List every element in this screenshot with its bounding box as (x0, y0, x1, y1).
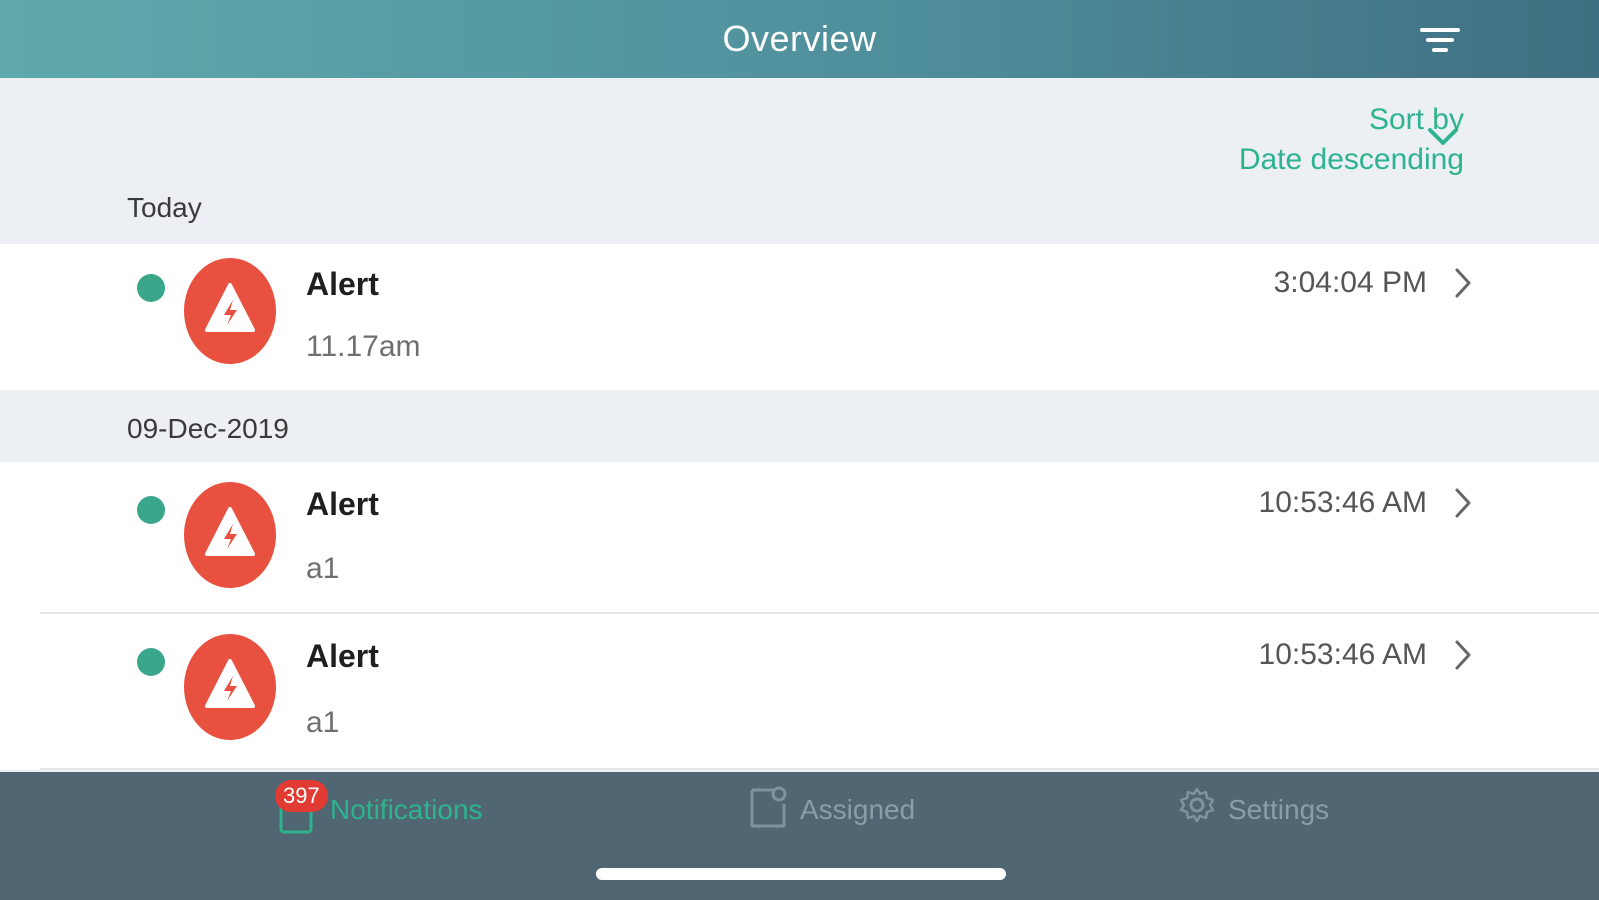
chevron-right-icon (1455, 640, 1471, 670)
notification-title: Alert (306, 266, 379, 302)
tab-assigned[interactable]: Assigned (748, 782, 918, 842)
notification-row[interactable]: Alert a1 10:53:46 AM (0, 462, 1599, 614)
assigned-icon (750, 786, 787, 828)
filter-button[interactable] (1418, 24, 1462, 58)
tab-label: Assigned (800, 794, 916, 825)
alert-warning-icon (184, 634, 276, 740)
notification-subtitle: 11.17am (306, 330, 421, 363)
filter-icon (1420, 28, 1460, 52)
notification-count-badge: 397 (275, 780, 328, 812)
notification-subtitle: a1 (306, 552, 340, 585)
app-header: Overview (0, 0, 1599, 78)
row-divider (40, 768, 1599, 770)
alert-warning-icon (184, 482, 276, 588)
notification-title: Alert (306, 486, 379, 522)
sort-dropdown-button[interactable] (1425, 124, 1461, 150)
notification-row[interactable]: Alert 11.17am 3:04:04 PM (0, 244, 1599, 390)
notification-time: 10:53:46 AM (1258, 486, 1427, 519)
chevron-right-icon (1455, 268, 1471, 298)
tab-settings[interactable]: Settings (1178, 782, 1338, 842)
section-header-date: 09-Dec-2019 (127, 413, 289, 444)
alert-warning-icon (184, 258, 276, 364)
tab-label: Settings (1228, 794, 1330, 825)
unread-indicator (137, 648, 165, 676)
section-header-today: Today (127, 192, 202, 223)
chevron-right-icon (1455, 488, 1471, 518)
notification-time: 3:04:04 PM (1273, 266, 1427, 299)
tab-label: Notifications (330, 794, 483, 825)
page-title: Overview (722, 18, 877, 59)
unread-indicator (137, 496, 165, 524)
notification-row[interactable]: Alert a1 10:53:46 AM (0, 614, 1599, 770)
notification-subtitle: a1 (306, 706, 340, 739)
tab-bar: Notifications 397 Assigned Settings (0, 772, 1599, 900)
gear-icon (1179, 787, 1215, 823)
notification-time: 10:53:46 AM (1258, 638, 1427, 671)
chevron-down-icon (1428, 128, 1458, 145)
home-indicator[interactable] (596, 868, 1006, 880)
notification-title: Alert (306, 638, 379, 674)
unread-indicator (137, 274, 165, 302)
